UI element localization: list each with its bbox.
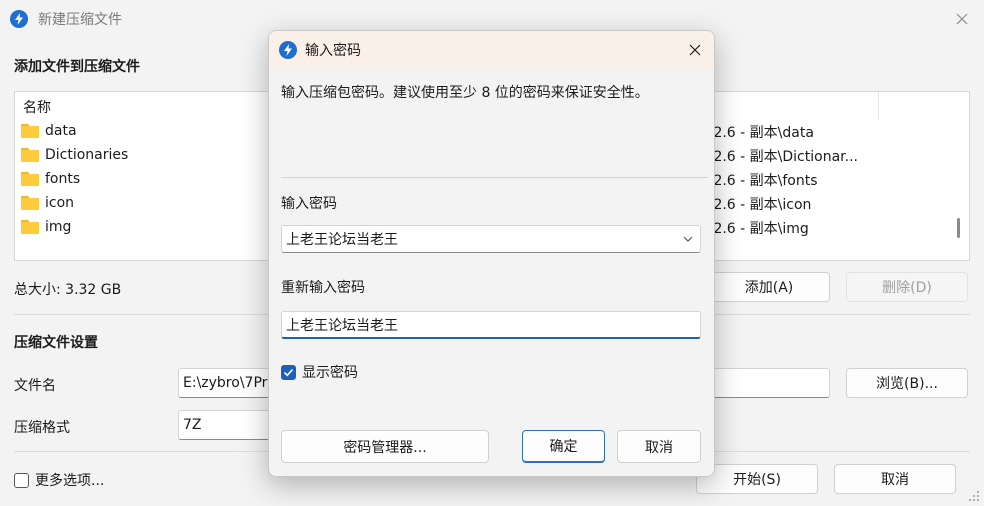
dialog-cancel-button[interactable]: 取消 (617, 430, 701, 463)
file-path: .2.6 - 副本\img (709, 221, 809, 237)
total-size: 总大小: 3.32 GB (14, 282, 122, 298)
dialog-title: 输入密码 (305, 43, 361, 59)
list-item[interactable]: img (21, 216, 71, 238)
file-path: .2.6 - 副本\data (709, 125, 814, 141)
password-label: 输入密码 (281, 196, 337, 212)
reenter-password-value: 上老王论坛当老王 (286, 317, 398, 334)
column-header-name[interactable]: 名称 (23, 97, 51, 117)
format-value: 7Z (183, 417, 202, 433)
file-name: fonts (45, 171, 81, 187)
main-cancel-button[interactable]: 取消 (834, 464, 956, 494)
dialog-close-icon[interactable] (683, 39, 707, 61)
reenter-password-label: 重新输入密码 (281, 280, 365, 296)
list-item[interactable]: Dictionaries (21, 144, 128, 166)
password-value: 上老王论坛当老王 (286, 232, 398, 248)
show-password-checkbox[interactable]: 显示密码 (281, 362, 358, 382)
folder-icon (21, 196, 39, 210)
add-files-heading: 添加文件到压缩文件 (14, 59, 140, 75)
delete-button[interactable]: 删除(D) (846, 272, 968, 302)
file-name: Dictionaries (45, 147, 129, 163)
ok-button[interactable]: 确定 (522, 430, 605, 463)
folder-icon (21, 220, 39, 234)
checkbox-box[interactable] (14, 472, 29, 488)
password-dialog: 输入密码 输入压缩包密码。建议使用至少 8 位的密码来保证安全性。 输入密码 上… (268, 30, 715, 477)
reenter-password-input[interactable]: 上老王论坛当老王 (281, 311, 701, 339)
add-button[interactable]: 添加(A) (708, 272, 830, 302)
app-logo-icon (10, 10, 28, 28)
dialog-description: 输入压缩包密码。建议使用至少 8 位的密码来保证安全性。 (281, 85, 649, 101)
browse-button[interactable]: 浏览(B)... (846, 368, 968, 398)
list-item[interactable]: data (21, 120, 77, 142)
file-name: icon (45, 195, 75, 211)
file-name: data (45, 123, 77, 139)
resize-grip-icon[interactable] (968, 490, 980, 502)
password-combobox[interactable]: 上老王论坛当老王 (281, 225, 701, 253)
folder-icon (21, 172, 39, 186)
file-path: .2.6 - 副本\icon (709, 197, 812, 213)
list-scrollbar[interactable] (957, 218, 960, 238)
checkbox-checked-icon[interactable] (281, 364, 296, 380)
app-logo-icon (279, 41, 297, 59)
chevron-down-icon[interactable] (681, 232, 695, 246)
archive-settings-heading: 压缩文件设置 (14, 335, 98, 351)
column-divider (878, 92, 879, 120)
main-close-icon[interactable] (950, 8, 974, 30)
password-manager-button[interactable]: 密码管理器... (281, 430, 489, 463)
list-item[interactable]: icon (21, 192, 74, 214)
filename-value: E:\zybro\7Pr (183, 375, 268, 391)
folder-icon (21, 124, 39, 138)
format-label: 压缩格式 (14, 420, 70, 436)
file-path: .2.6 - 副本\fonts (709, 173, 818, 189)
list-item[interactable]: fonts (21, 168, 80, 190)
more-options-checkbox[interactable]: 更多选项... (14, 470, 104, 490)
main-window-title: 新建压缩文件 (38, 12, 122, 28)
filename-label: 文件名 (14, 378, 56, 394)
dialog-titlebar: 输入密码 (269, 31, 714, 69)
folder-icon (21, 148, 39, 162)
divider (281, 177, 708, 178)
file-name: img (45, 219, 72, 235)
more-options-label: 更多选项... (35, 473, 105, 489)
show-password-label: 显示密码 (302, 365, 358, 381)
file-path: .2.6 - 副本\Dictionar... (709, 149, 858, 165)
